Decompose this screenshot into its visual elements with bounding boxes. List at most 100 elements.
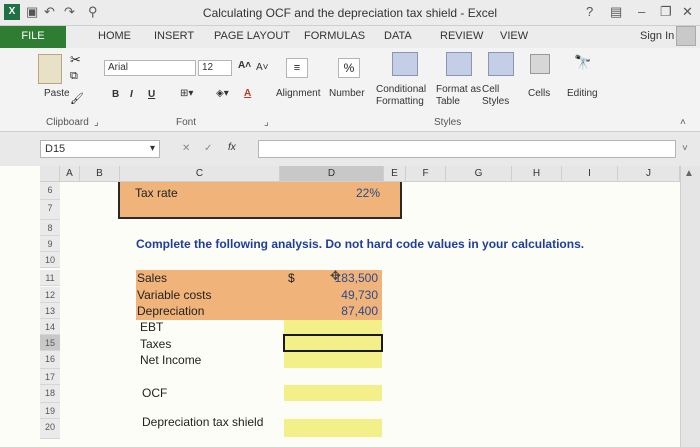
column-header-h[interactable]: H	[512, 166, 562, 182]
paste-button[interactable]: Paste	[44, 88, 70, 99]
cell-styles-icon[interactable]	[488, 52, 514, 76]
insert-function-icon[interactable]: fx	[228, 142, 236, 153]
enter-icon[interactable]: ✓	[204, 143, 212, 154]
conditional-formatting-icon[interactable]	[392, 52, 418, 76]
row-header-6[interactable]: 6	[40, 182, 60, 200]
column-header-c[interactable]: C	[120, 166, 280, 182]
styles-group-label: Styles	[434, 117, 462, 128]
cell-styles-button[interactable]: Cell Styles	[482, 84, 522, 108]
tab-insert[interactable]: INSERT	[154, 30, 194, 42]
bold-button[interactable]: B	[112, 89, 119, 100]
ribbon-display-icon[interactable]: ▤	[610, 4, 622, 20]
row-header-12[interactable]: 12	[40, 287, 60, 303]
font-name-select[interactable]: Arial	[104, 60, 196, 76]
help-icon[interactable]: ?	[586, 4, 593, 19]
row-header-16[interactable]: 16	[40, 351, 60, 369]
sales-label: Sales	[137, 271, 168, 285]
paste-icon[interactable]	[38, 54, 62, 84]
scroll-up-icon[interactable]: ▲	[684, 168, 694, 179]
row-header-11[interactable]: 11	[40, 270, 60, 286]
restore-icon[interactable]: ❐	[660, 4, 672, 20]
currency-symbol: $	[288, 271, 295, 285]
sales-value[interactable]: 183,500	[320, 271, 378, 285]
format-as-table-button[interactable]: Format as Table	[436, 84, 486, 108]
fill-color-icon[interactable]: ◈▾	[216, 88, 229, 99]
cut-icon[interactable]: ✂	[70, 52, 81, 68]
italic-button[interactable]: I	[130, 89, 133, 100]
tab-review[interactable]: REVIEW	[440, 30, 483, 42]
tab-page-layout[interactable]: PAGE LAYOUT	[214, 30, 290, 42]
row-header-7[interactable]: 7	[40, 200, 60, 220]
font-color-icon[interactable]: A	[244, 88, 251, 99]
taxes-label: Taxes	[140, 337, 172, 351]
sign-in-link[interactable]: Sign In	[640, 30, 674, 42]
collapse-formula-bar-icon[interactable]: ˅	[682, 143, 688, 154]
cells-icon[interactable]	[530, 54, 550, 74]
row-header-17[interactable]: 17	[40, 369, 60, 385]
tab-view[interactable]: VIEW	[500, 30, 528, 42]
percent-icon[interactable]: %	[338, 58, 360, 78]
selected-cell-d15[interactable]	[283, 334, 383, 352]
underline-button[interactable]: U	[148, 89, 155, 100]
ebt-label: EBT	[140, 320, 164, 334]
number-button[interactable]: Number	[329, 88, 365, 99]
row-header-18[interactable]: 18	[40, 385, 60, 403]
column-header-g[interactable]: G	[446, 166, 512, 182]
tax-shield-cell[interactable]	[284, 419, 382, 437]
minimize-icon[interactable]: –	[638, 4, 645, 19]
close-icon[interactable]: ✕	[682, 4, 693, 20]
tax-rate-value[interactable]: 22%	[330, 186, 380, 200]
borders-icon[interactable]: ⊞▾	[180, 88, 193, 99]
editing-button[interactable]: Editing	[567, 88, 598, 99]
font-size-select[interactable]: 12	[198, 60, 232, 76]
clipboard-launcher-icon[interactable]: ⌟	[94, 117, 99, 128]
tab-home[interactable]: HOME	[98, 30, 131, 42]
row-header-14[interactable]: 14	[40, 319, 60, 335]
formula-input[interactable]	[258, 140, 676, 158]
row-header-8[interactable]: 8	[40, 220, 60, 236]
select-all-corner[interactable]	[40, 166, 60, 182]
vertical-scrollbar[interactable]	[680, 166, 700, 447]
cancel-icon[interactable]: ✕	[182, 143, 190, 154]
find-select-icon[interactable]: 🔭	[574, 54, 591, 71]
ocf-cell[interactable]	[284, 385, 382, 401]
row-header-19[interactable]: 19	[40, 403, 60, 419]
column-header-d[interactable]: D	[280, 166, 384, 182]
depreciation-tax-shield-label: Depreciation tax shield	[142, 415, 264, 429]
conditional-formatting-button[interactable]: Conditional Formatting	[376, 84, 438, 108]
format-as-table-icon[interactable]	[446, 52, 472, 76]
format-painter-icon[interactable]: 🖌	[70, 92, 84, 105]
column-header-a[interactable]: A	[60, 166, 80, 182]
shrink-font-icon[interactable]: A˅	[256, 62, 269, 73]
user-avatar-icon[interactable]	[676, 26, 696, 46]
name-box[interactable]: D15	[40, 140, 160, 158]
tab-file[interactable]: FILE	[0, 26, 66, 48]
variable-costs-label: Variable costs	[137, 288, 212, 302]
alignment-button[interactable]: Alignment	[276, 88, 320, 99]
clipboard-group-label: Clipboard	[46, 117, 89, 128]
tab-formulas[interactable]: FORMULAS	[304, 30, 365, 42]
row-header-13[interactable]: 13	[40, 303, 60, 319]
cells-button[interactable]: Cells	[528, 88, 550, 99]
row-header-10[interactable]: 10	[40, 252, 60, 268]
column-header-b[interactable]: B	[80, 166, 120, 182]
column-header-f[interactable]: F	[406, 166, 446, 182]
column-header-e[interactable]: E	[384, 166, 406, 182]
variable-costs-value[interactable]: 49,730	[320, 288, 378, 302]
net-income-label: Net Income	[140, 353, 202, 367]
alignment-icon[interactable]: ≡	[286, 58, 308, 78]
tax-rate-label: Tax rate	[135, 186, 178, 200]
column-header-i[interactable]: I	[562, 166, 618, 182]
collapse-ribbon-icon[interactable]: ˄	[680, 117, 686, 128]
name-box-dropdown-icon[interactable]: ▾	[150, 143, 155, 154]
font-launcher-icon[interactable]: ⌟	[264, 117, 269, 128]
column-header-j[interactable]: J	[618, 166, 680, 182]
row-header-20[interactable]: 20	[40, 419, 60, 439]
copy-icon[interactable]: ⧉	[70, 70, 78, 83]
window-title: Calculating OCF and the depreciation tax…	[202, 6, 498, 20]
tab-data[interactable]: DATA	[384, 30, 412, 42]
row-header-9[interactable]: 9	[40, 236, 60, 252]
grow-font-icon[interactable]: A˄	[238, 60, 251, 71]
depreciation-value[interactable]: 87,400	[320, 304, 378, 318]
row-header-15[interactable]: 15	[40, 335, 60, 351]
